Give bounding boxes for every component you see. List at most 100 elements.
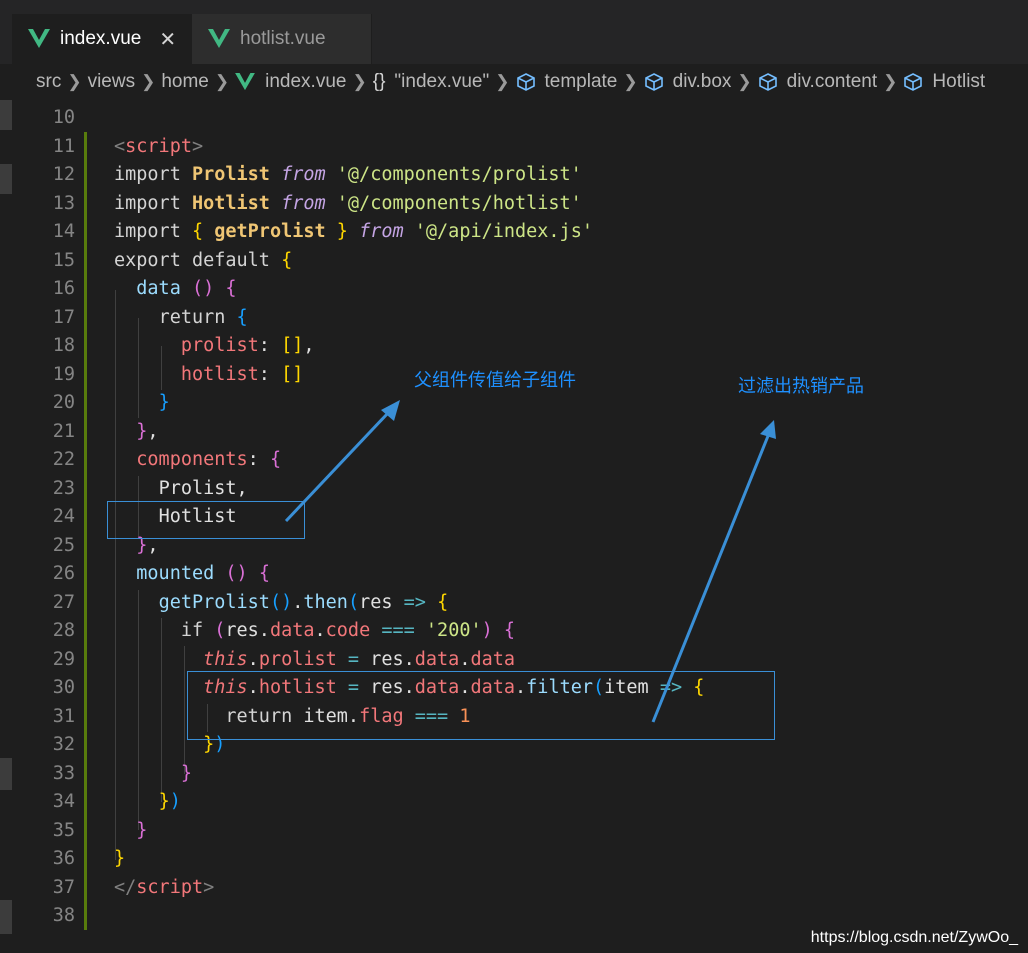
tab-hotlist-vue[interactable]: hotlist.vue bbox=[192, 14, 372, 64]
code-line: 36} bbox=[0, 845, 1028, 874]
line-number: 24 bbox=[52, 506, 75, 527]
code-text: data () { bbox=[136, 278, 237, 299]
breadcrumb-item-module[interactable]: "index.vue" bbox=[394, 71, 489, 93]
code-text: hotlist: [] bbox=[180, 363, 304, 385]
line-number: 33 bbox=[52, 762, 75, 784]
chevron-right-icon: ❯ bbox=[495, 72, 510, 91]
module-braces-icon: {} bbox=[372, 71, 386, 92]
breadcrumb-item-hotlist[interactable]: Hotlist bbox=[932, 71, 985, 93]
breadcrumb-item-views[interactable]: views bbox=[88, 71, 136, 93]
code-line: 20 } bbox=[0, 389, 1028, 418]
breadcrumb-item-div-box[interactable]: div.box bbox=[673, 71, 732, 93]
code-text: import { getProlist } from '@/api/index.… bbox=[114, 221, 593, 242]
code-text: }) bbox=[158, 791, 181, 812]
code-text: mounted () { bbox=[136, 563, 270, 584]
line-number: 36 bbox=[52, 848, 75, 869]
cube-icon bbox=[516, 73, 535, 91]
code-line: 16 data () { bbox=[0, 275, 1028, 304]
chevron-right-icon: ❯ bbox=[67, 72, 82, 91]
breadcrumb: src ❯ views ❯ home ❯ index.vue ❯ {} "ind… bbox=[0, 64, 1028, 100]
code-text: Prolist, bbox=[158, 477, 248, 499]
code-text: } bbox=[136, 819, 148, 841]
line-number: 11 bbox=[52, 135, 75, 157]
cube-icon bbox=[758, 73, 777, 91]
line-number: 16 bbox=[52, 278, 75, 299]
code-text: this.prolist = res.data.data bbox=[203, 648, 516, 670]
code-line: 33 } bbox=[0, 760, 1028, 789]
breadcrumb-item-template[interactable]: template bbox=[545, 71, 618, 93]
line-number: 14 bbox=[52, 221, 75, 242]
chevron-right-icon: ❯ bbox=[737, 72, 752, 91]
code-line: 21 }, bbox=[0, 418, 1028, 447]
annotation-filter-hot: 过滤出热销产品 bbox=[738, 376, 864, 396]
tab-index-vue[interactable]: index.vue ✕ bbox=[12, 14, 192, 64]
code-text: </script> bbox=[114, 876, 215, 898]
line-number: 19 bbox=[52, 363, 75, 385]
line-number: 22 bbox=[52, 449, 75, 470]
code-line: 22 components: { bbox=[0, 446, 1028, 475]
editor-tab-bar: index.vue ✕ hotlist.vue bbox=[0, 0, 1028, 64]
line-number: 12 bbox=[52, 164, 75, 185]
vue-file-icon bbox=[208, 29, 230, 48]
breadcrumb-item-src[interactable]: src bbox=[36, 71, 61, 93]
chevron-right-icon: ❯ bbox=[883, 72, 898, 91]
code-line: 13 import Hotlist from '@/components/hotl… bbox=[0, 190, 1028, 219]
close-icon[interactable]: ✕ bbox=[159, 27, 176, 52]
code-text: } bbox=[114, 848, 126, 869]
line-number: 13 bbox=[52, 192, 75, 214]
line-number: 31 bbox=[52, 705, 75, 727]
code-text: }, bbox=[136, 420, 159, 442]
code-text: return { bbox=[158, 306, 248, 328]
cube-icon bbox=[644, 73, 663, 91]
code-line: 12 import Prolist from '@/components/prol… bbox=[0, 161, 1028, 190]
chevron-right-icon: ❯ bbox=[352, 72, 367, 91]
breadcrumb-item-div-content[interactable]: div.content bbox=[787, 71, 877, 93]
vue-file-icon bbox=[235, 73, 256, 91]
breadcrumb-item-file[interactable]: index.vue bbox=[265, 71, 346, 93]
code-line: 26 mounted () { bbox=[0, 560, 1028, 589]
line-number: 21 bbox=[52, 420, 75, 442]
code-line: 37 </script> bbox=[0, 874, 1028, 903]
code-line: 35 } bbox=[0, 817, 1028, 846]
line-number: 32 bbox=[52, 734, 75, 755]
code-text: } bbox=[180, 762, 192, 784]
code-line: 34 }) bbox=[0, 788, 1028, 817]
code-line: 23 Prolist, bbox=[0, 475, 1028, 504]
code-line: 17 return { bbox=[0, 304, 1028, 333]
chevron-right-icon: ❯ bbox=[623, 72, 638, 91]
chevron-right-icon: ❯ bbox=[214, 72, 230, 91]
code-line: 10 bbox=[0, 104, 1028, 133]
annotation-parent-to-child: 父组件传值给子组件 bbox=[414, 370, 576, 390]
code-text: prolist: [], bbox=[180, 335, 315, 356]
line-number: 35 bbox=[52, 819, 75, 841]
line-number: 15 bbox=[52, 249, 75, 271]
code-text: components: { bbox=[136, 449, 282, 470]
code-line: 29 this.prolist = res.data.data bbox=[0, 646, 1028, 675]
line-number: 23 bbox=[52, 477, 75, 499]
line-number: 28 bbox=[52, 620, 75, 641]
watermark: https://blog.csdn.net/ZywOo_ bbox=[810, 929, 1018, 946]
line-number: 18 bbox=[52, 335, 75, 356]
code-text: import Prolist from '@/components/prolis… bbox=[114, 164, 582, 185]
line-number: 27 bbox=[52, 591, 75, 613]
code-line: 27 getProlist().then(res => { bbox=[0, 589, 1028, 618]
code-text: if (res.data.code === '200') { bbox=[180, 620, 516, 641]
line-number: 30 bbox=[52, 677, 75, 698]
code-line: 38 bbox=[0, 902, 1028, 931]
line-number: 25 bbox=[52, 534, 75, 556]
tab-label: hotlist.vue bbox=[240, 28, 326, 49]
line-number: 29 bbox=[52, 648, 75, 670]
vue-file-icon bbox=[28, 29, 50, 48]
code-text: getProlist().then(res => { bbox=[158, 591, 449, 613]
line-number: 17 bbox=[52, 306, 75, 328]
code-text: } bbox=[158, 392, 170, 413]
code-text: <script> bbox=[114, 135, 204, 157]
highlight-box-hotlist bbox=[107, 501, 305, 539]
code-line: 18 prolist: [], bbox=[0, 332, 1028, 361]
line-number: 26 bbox=[52, 563, 75, 584]
highlight-box-filter bbox=[187, 671, 775, 740]
line-number: 20 bbox=[52, 392, 75, 413]
code-line: 28 if (res.data.code === '200') { bbox=[0, 617, 1028, 646]
breadcrumb-item-home[interactable]: home bbox=[161, 71, 209, 93]
code-line: 11 <script> bbox=[0, 133, 1028, 162]
